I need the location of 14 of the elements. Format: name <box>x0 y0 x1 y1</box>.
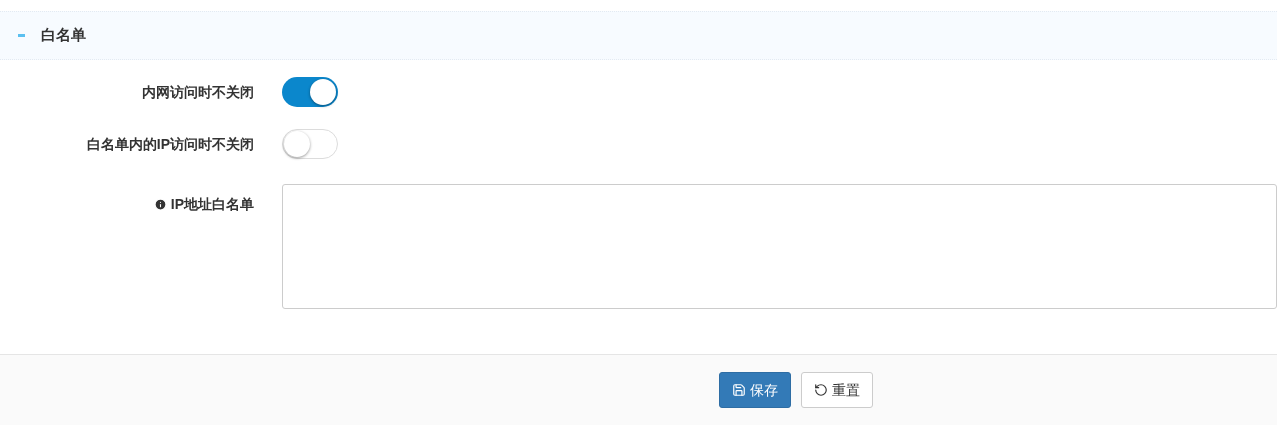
ip-whitelist-textarea[interactable] <box>282 184 1277 309</box>
section-title: 白名单 <box>41 25 86 46</box>
section-header[interactable]: 白名单 <box>0 11 1277 60</box>
field-label: 内网访问时不关闭 <box>142 82 254 102</box>
toggle-switch[interactable] <box>282 129 338 159</box>
field-label: IP地址白名单 <box>170 195 254 214</box>
save-icon <box>732 383 746 397</box>
field-label: 白名单内的IP访问时不关闭 <box>86 134 254 154</box>
toggle-switch[interactable] <box>282 77 338 107</box>
reset-icon <box>814 383 828 397</box>
reset-button[interactable]: 重置 <box>801 372 873 408</box>
collapse-icon[interactable] <box>18 34 25 37</box>
info-icon <box>153 198 167 211</box>
save-button[interactable]: 保存 <box>719 372 791 408</box>
